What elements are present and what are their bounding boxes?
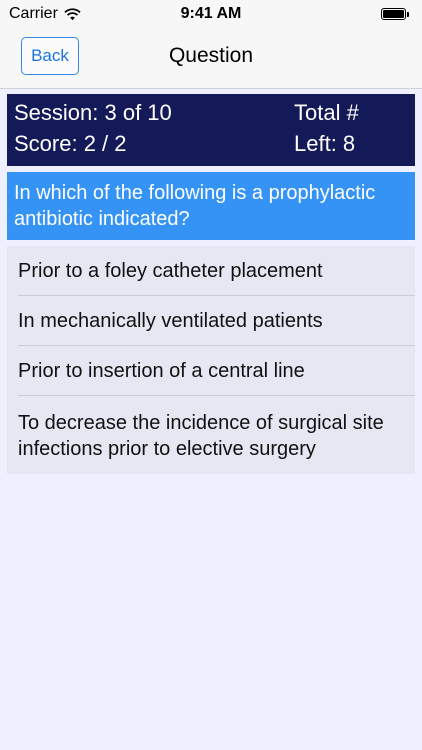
session-progress: Session: 3 of 10 (14, 100, 172, 125)
status-time: 9:41 AM (180, 5, 242, 22)
back-button[interactable]: Back (21, 37, 79, 75)
answer-label: To decrease the incidence of surgical si… (18, 412, 384, 460)
app-screen: Carrier 9:41 AM Back Question Session: 3… (0, 0, 422, 750)
answer-option-4[interactable]: To decrease the incidence of surgical si… (7, 396, 415, 474)
battery-tip (407, 12, 409, 17)
top-bar: Carrier 9:41 AM Back Question (0, 0, 422, 89)
battery-body (381, 8, 406, 20)
status-bar: Carrier 9:41 AM (0, 0, 422, 30)
answer-label: In mechanically ventilated patients (18, 310, 323, 332)
battery-icon (381, 8, 411, 22)
question-text: In which of the following is a prophylac… (7, 172, 415, 240)
answer-option-1[interactable]: Prior to a foley catheter placement (7, 246, 415, 296)
answer-option-3[interactable]: Prior to insertion of a central line (7, 346, 415, 396)
answer-option-2[interactable]: In mechanically ventilated patients (7, 296, 415, 346)
answer-label: Prior to insertion of a central line (18, 360, 305, 382)
remaining-label: Left: 8 (294, 131, 356, 156)
navigation-bar: Back Question (0, 30, 422, 88)
score-label: Score: 2 / 2 (14, 131, 127, 156)
answer-label: Prior to a foley catheter placement (18, 260, 323, 282)
session-panel: Session: 3 of 10 Score: 2 / 2 Total # Le… (7, 94, 415, 166)
battery-fill (383, 10, 404, 18)
answer-list: Prior to a foley catheter placement In m… (7, 246, 415, 474)
total-label: Total # (294, 100, 359, 125)
